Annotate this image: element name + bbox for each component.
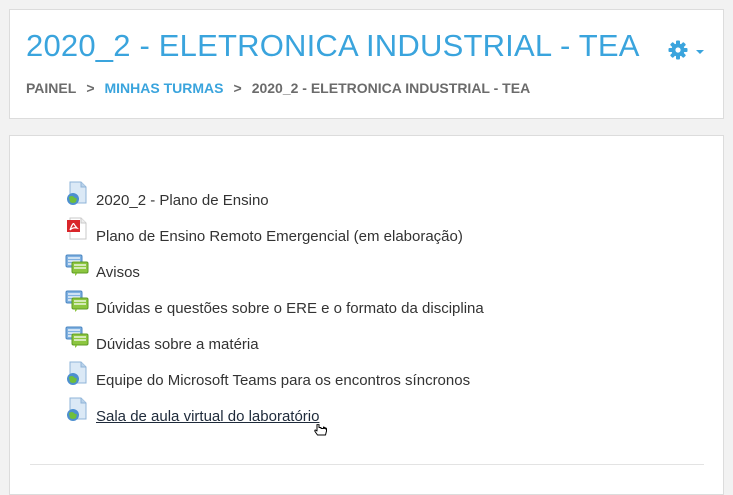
gear-icon	[668, 40, 688, 60]
activity-link[interactable]: Plano de Ensino Remoto Emergencial (em e…	[96, 227, 463, 247]
course-content: 2020_2 - Plano de Ensino Plano de Ensino…	[9, 135, 724, 495]
list-item: Plano de Ensino Remoto Emergencial (em e…	[65, 217, 484, 256]
activity-link[interactable]: Sala de aula virtual do laboratório	[96, 407, 319, 427]
forum-icon	[65, 324, 89, 350]
forum-icon	[65, 252, 89, 278]
list-item: Equipe do Microsoft Teams para os encont…	[65, 361, 484, 400]
list-item: 2020_2 - Plano de Ensino	[65, 181, 484, 220]
activity-link[interactable]: Dúvidas sobre a matéria	[96, 335, 259, 355]
list-item: Sala de aula virtual do laboratório	[65, 397, 484, 436]
breadcrumb-item-minhas-turmas[interactable]: MINHAS TURMAS	[105, 80, 224, 96]
course-settings-menu[interactable]	[667, 39, 707, 61]
breadcrumb: PAINEL > MINHAS TURMAS > 2020_2 - ELETRO…	[26, 80, 530, 96]
url-globe-icon	[65, 180, 89, 206]
page-title: 2020_2 - ELETRONICA INDUSTRIAL - TEA	[26, 28, 640, 63]
activity-list: 2020_2 - Plano de Ensino Plano de Ensino…	[65, 181, 484, 436]
activity-link[interactable]: Dúvidas e questões sobre o ERE e o forma…	[96, 299, 484, 319]
section-divider	[30, 464, 704, 465]
list-item: Dúvidas sobre a matéria	[65, 326, 484, 364]
url-globe-icon	[65, 396, 89, 422]
forum-icon	[65, 288, 89, 314]
breadcrumb-separator: >	[233, 80, 242, 96]
breadcrumb-item-painel[interactable]: PAINEL	[26, 80, 76, 96]
hand-cursor-icon	[314, 424, 327, 436]
page-header: 2020_2 - ELETRONICA INDUSTRIAL - TEA PAI…	[9, 9, 724, 119]
pdf-icon	[65, 216, 89, 242]
breadcrumb-item-current-course: 2020_2 - ELETRONICA INDUSTRIAL - TEA	[251, 80, 531, 96]
url-globe-icon	[65, 360, 89, 386]
activity-link[interactable]: Equipe do Microsoft Teams para os encont…	[96, 371, 470, 391]
breadcrumb-separator: >	[86, 80, 95, 96]
activity-link[interactable]: 2020_2 - Plano de Ensino	[96, 191, 269, 211]
list-item: Dúvidas e questões sobre o ERE e o forma…	[65, 290, 484, 328]
list-item: Avisos	[65, 254, 484, 292]
activity-link[interactable]: Avisos	[96, 263, 140, 283]
chevron-down-icon	[696, 50, 704, 54]
